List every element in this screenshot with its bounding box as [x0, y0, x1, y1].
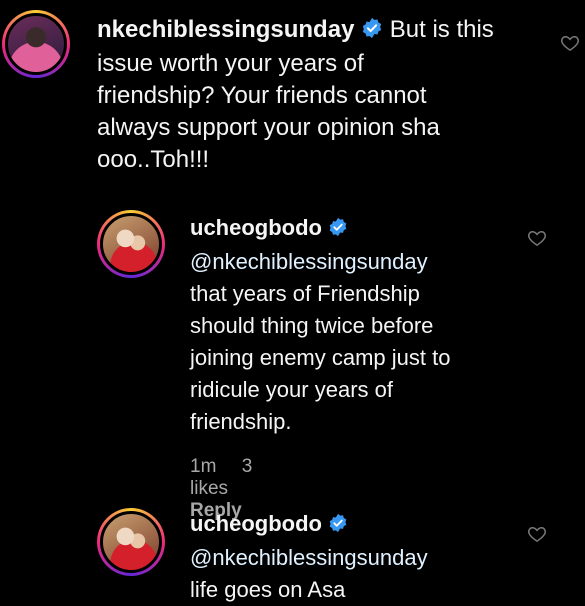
comment-text-inline: But is this — [389, 16, 494, 43]
username[interactable]: ucheogbodo — [190, 215, 322, 240]
timestamp: 1m — [190, 456, 217, 477]
reply-body: ucheogbodo @nkechiblessingsunday that ye… — [190, 212, 530, 438]
reply-text-line: ridicule your years of — [190, 377, 393, 402]
comment-text-line: ooo..Toh!!! — [97, 146, 210, 173]
comment-text-line: friendship? Your friends cannot — [97, 82, 427, 109]
verified-badge-icon — [361, 16, 383, 48]
verified-badge-icon — [328, 510, 348, 542]
reply-body: ucheogbodo @nkechiblessingsunday life go… — [190, 508, 530, 606]
reply-text-line: friendship. — [190, 409, 292, 434]
verified-badge-icon — [328, 214, 348, 246]
mention-link[interactable]: @nkechiblessingsunday — [190, 246, 530, 278]
heart-outline-icon[interactable] — [560, 33, 580, 58]
reply-text-line: that years of Friendship — [190, 281, 420, 306]
reply-text-line: life goes on Asa — [190, 577, 346, 602]
avatar[interactable] — [97, 508, 165, 576]
username[interactable]: ucheogbodo — [190, 511, 322, 536]
reply-text-line: joining enemy camp just to — [190, 345, 451, 370]
reply-text-line: should thing twice before — [190, 313, 434, 338]
comment-text-line: issue worth your years of — [97, 50, 364, 77]
comment-text-line: always support your opinion sha — [97, 114, 440, 141]
avatar[interactable] — [97, 210, 165, 278]
heart-outline-icon[interactable] — [527, 228, 547, 253]
username[interactable]: nkechiblessingsunday — [97, 16, 354, 43]
heart-outline-icon[interactable] — [527, 524, 547, 549]
avatar[interactable] — [2, 10, 70, 78]
mention-link[interactable]: @nkechiblessingsunday — [190, 542, 530, 574]
comment-body: nkechiblessingsunday But is this issue w… — [97, 14, 537, 176]
